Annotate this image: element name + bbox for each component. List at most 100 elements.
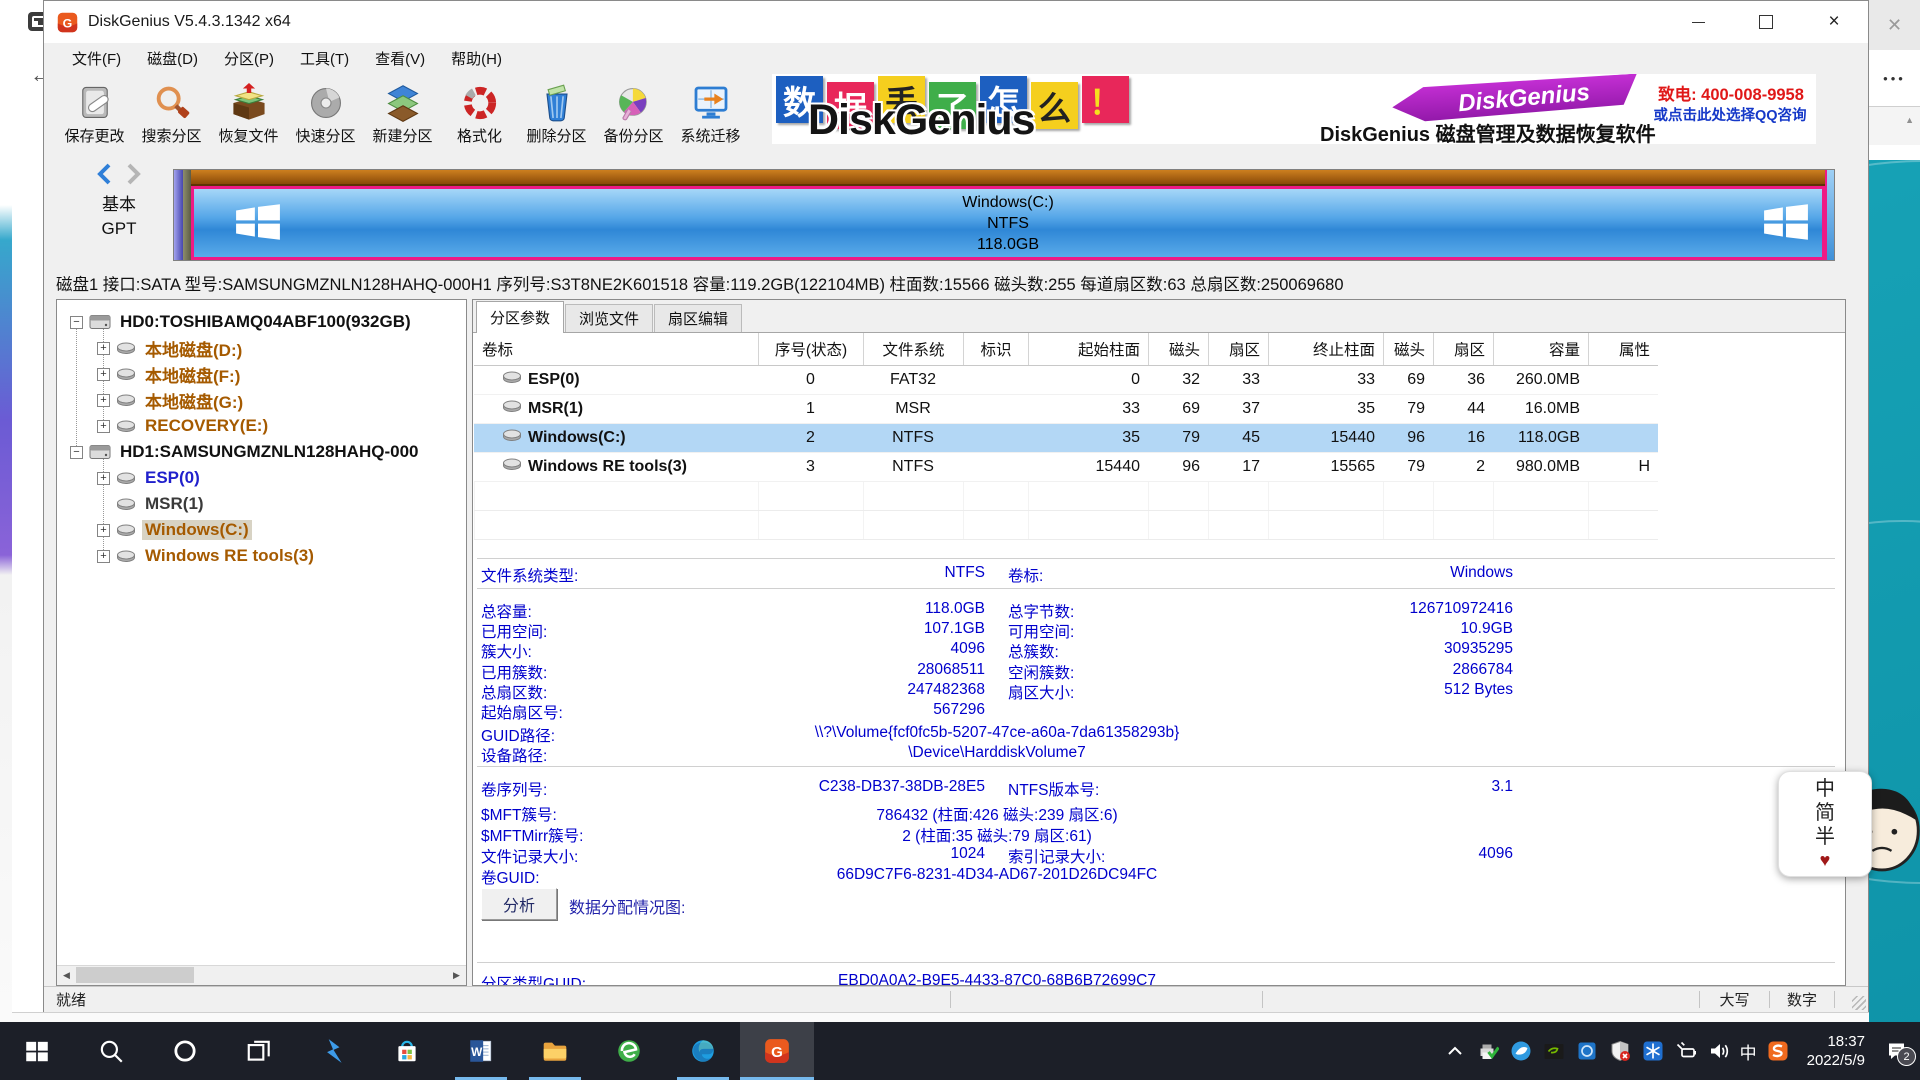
- action-center-icon[interactable]: 2: [1882, 1036, 1912, 1066]
- expand-icon[interactable]: +: [97, 342, 110, 355]
- tray-chevron-icon[interactable]: [1443, 1039, 1467, 1063]
- taskbar-word-button[interactable]: W: [444, 1022, 518, 1080]
- minimize-button[interactable]: [1664, 1, 1732, 43]
- collapse-icon[interactable]: −: [70, 316, 83, 329]
- tree-horizontal-scrollbar[interactable]: ◀ ▶: [57, 965, 466, 985]
- menu-item-1[interactable]: 磁盘(D): [134, 44, 211, 73]
- detail-label: 卷序列号:: [481, 778, 547, 800]
- partition-segment-windows-c[interactable]: Windows(C:) NTFS 118.0GB: [191, 186, 1825, 260]
- tray-volume-icon[interactable]: [1707, 1039, 1731, 1063]
- ad-banner[interactable]: 数据丢了怎么！ DiskGenius DiskGenius 致电: 400-00…: [772, 74, 1816, 144]
- status-ready: 就绪: [44, 987, 950, 1012]
- expand-icon[interactable]: +: [97, 472, 110, 485]
- ime-language-indicator[interactable]: 中: [1740, 1039, 1757, 1064]
- taskbar-store-button[interactable]: [370, 1022, 444, 1080]
- tree-item-6[interactable]: + ESP(0): [57, 465, 466, 491]
- menu-item-5[interactable]: 帮助(H): [438, 44, 515, 73]
- close-icon[interactable]: ✕: [1869, 0, 1920, 50]
- tree-item-2[interactable]: +本地磁盘(F:): [57, 361, 466, 387]
- taskbar-edge-button[interactable]: [666, 1022, 740, 1080]
- scrollbar-up-arrow[interactable]: ▲: [1869, 107, 1920, 145]
- toolbar-button-backup[interactable]: 备份分区: [595, 75, 672, 153]
- tree-item-0[interactable]: −HD0:TOSHIBAMQ04ABF100(932GB): [57, 309, 466, 335]
- expand-icon[interactable]: +: [97, 550, 110, 563]
- scroll-right-icon[interactable]: ▶: [447, 966, 466, 984]
- tray-power-icon[interactable]: [1674, 1039, 1698, 1063]
- expand-icon[interactable]: +: [97, 368, 110, 381]
- banner-qq-link[interactable]: 或点击此处选择QQ咨询: [1646, 104, 1814, 125]
- start-icon: [23, 1037, 51, 1065]
- wallpaper-left-strip: [0, 0, 12, 1022]
- tray-shield-icon[interactable]: [1608, 1039, 1632, 1063]
- prev-disk-icon[interactable]: [94, 162, 116, 186]
- partition-overview-band: 基本 GPT Windows(C:) NTFS 118.0GB: [44, 156, 1868, 266]
- analyze-button[interactable]: 分析: [481, 888, 557, 920]
- toolbar-button-migrate[interactable]: 系统迁移: [672, 75, 749, 153]
- toolbar-button-quick[interactable]: 快速分区: [287, 75, 364, 153]
- tree-item-3[interactable]: + 本地磁盘(G:): [57, 387, 466, 413]
- partition-segment-msr[interactable]: [183, 170, 191, 260]
- tray-bird-icon[interactable]: [1509, 1039, 1533, 1063]
- tray-intel-icon[interactable]: [1575, 1039, 1599, 1063]
- cortana-icon: [171, 1037, 199, 1065]
- tree-item-7[interactable]: MSR(1): [57, 491, 466, 517]
- toolbar-button-recover[interactable]: 恢复文件: [210, 75, 287, 153]
- menu-item-0[interactable]: 文件(F): [59, 44, 134, 73]
- toolbar-button-delete[interactable]: 删除分区: [518, 75, 595, 153]
- toolbar-button-label: 新建分区: [372, 125, 432, 146]
- taskbar-taskview-button[interactable]: [222, 1022, 296, 1080]
- window-title: DiskGenius V5.4.3.1342 x64: [88, 13, 291, 31]
- menu-item-2[interactable]: 分区(P): [211, 44, 287, 73]
- word-icon: W: [467, 1037, 495, 1065]
- taskbar-clock[interactable]: 18:37 2022/5/9: [1807, 1032, 1865, 1070]
- expand-icon[interactable]: +: [97, 524, 110, 537]
- disk-info-line: 磁盘1 接口:SATA 型号:SAMSUNGMZNLN128HAHQ-000H1…: [44, 266, 1868, 299]
- tray-snow-icon[interactable]: [1641, 1039, 1665, 1063]
- more-options-icon[interactable]: •••: [1869, 50, 1920, 107]
- tree-item-label: 本地磁盘(G:): [142, 388, 246, 413]
- toolbar-button-search[interactable]: 搜索分区: [133, 75, 210, 153]
- tree-item-9[interactable]: +Windows RE tools(3): [57, 543, 466, 569]
- ime-status-widget[interactable]: 中简半♥: [1778, 771, 1872, 877]
- detail-label: 起始扇区号:: [481, 701, 563, 723]
- expand-icon[interactable]: +: [97, 420, 110, 433]
- tree-item-label: 本地磁盘(D:): [142, 336, 245, 361]
- taskbar-diskgenius-button[interactable]: G: [740, 1022, 814, 1080]
- partition-segment-esp[interactable]: [174, 170, 183, 260]
- partition-name: Windows(C:): [194, 192, 1822, 213]
- tray-nvidia-icon[interactable]: [1542, 1039, 1566, 1063]
- scroll-left-icon[interactable]: ◀: [57, 966, 76, 984]
- tray-printer-icon[interactable]: [1476, 1039, 1500, 1063]
- next-disk-icon[interactable]: [122, 162, 144, 186]
- tree-item-8[interactable]: +Windows(C:): [57, 517, 466, 543]
- tree-item-4[interactable]: +RECOVERY(E:): [57, 413, 466, 439]
- tray-sogou-icon[interactable]: [1766, 1039, 1790, 1063]
- tree-item-1[interactable]: + 本地磁盘(D:): [57, 335, 466, 361]
- menu-item-3[interactable]: 工具(T): [287, 44, 362, 73]
- banner-tile: ！: [1082, 76, 1129, 123]
- toolbar-button-new[interactable]: 新建分区: [364, 75, 441, 153]
- tree-item-5[interactable]: −HD1:SAMSUNGMZNLN128HAHQ-000: [57, 439, 466, 465]
- scrollbar-thumb[interactable]: [76, 967, 194, 983]
- toolbar-button-format[interactable]: 格式化: [441, 75, 518, 153]
- detail-label: 已用簇数:: [481, 661, 547, 683]
- taskbar-swoosh-button[interactable]: [296, 1022, 370, 1080]
- detail-value: 1024: [603, 845, 985, 863]
- menu-item-4[interactable]: 查看(V): [362, 44, 438, 73]
- taskbar-green-e-button[interactable]: [592, 1022, 666, 1080]
- taskbar-explorer-button[interactable]: [518, 1022, 592, 1080]
- partition-icon: [116, 549, 136, 564]
- banner-phone: 致电: 400-008-9958: [1650, 81, 1812, 105]
- tree-item-label: ESP(0): [142, 468, 203, 488]
- collapse-icon[interactable]: −: [70, 446, 83, 459]
- detail-value: 247482368: [603, 681, 985, 699]
- taskbar-start-button[interactable]: [0, 1022, 74, 1080]
- partition-segment-re-tools[interactable]: [1825, 170, 1834, 260]
- toolbar-button-save[interactable]: 保存更改: [56, 75, 133, 153]
- taskbar-tb-search-button[interactable]: [74, 1022, 148, 1080]
- maximize-button[interactable]: [1732, 1, 1800, 43]
- close-button[interactable]: ×: [1800, 1, 1868, 43]
- resize-grip[interactable]: [1852, 996, 1866, 1010]
- expand-icon[interactable]: +: [97, 394, 110, 407]
- taskbar-cortana-button[interactable]: [148, 1022, 222, 1080]
